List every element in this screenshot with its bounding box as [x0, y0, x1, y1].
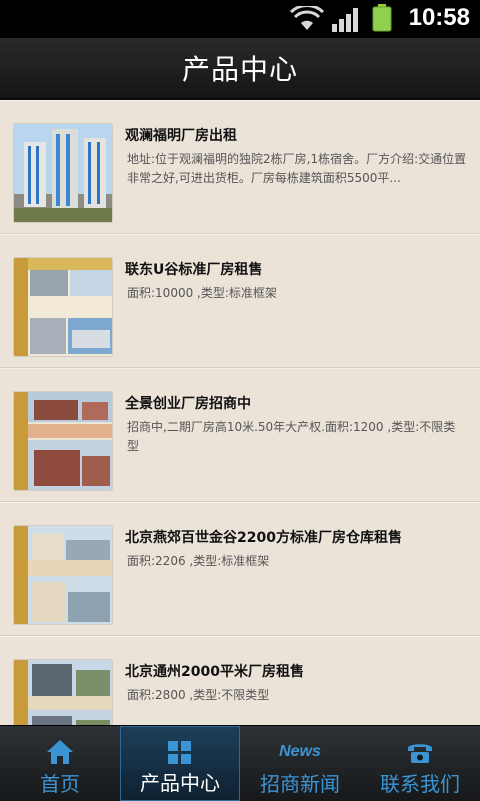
list-item[interactable]: 联东U谷标准厂房租售 面积:10000 ,类型:标准框架 [0, 234, 480, 368]
product-title: 全景创业厂房招商中 [125, 396, 251, 412]
battery-icon [372, 4, 392, 32]
status-bar: 10:58 [0, 0, 480, 38]
product-thumbnail [13, 123, 113, 223]
list-item[interactable]: 北京通州2000平米厂房租售 面积:2800 ,类型:不限类型 [0, 636, 480, 725]
list-item[interactable]: 全景创业厂房招商中 招商中,二期厂房高10米.50年大产权.面积:1200 ,类… [0, 368, 480, 502]
product-description: 面积:2800 ,类型:不限类型 [127, 688, 270, 702]
nav-contact[interactable]: 联系我们 [360, 726, 480, 801]
signal-icon [332, 8, 358, 32]
product-thumbnail [13, 525, 113, 625]
product-title: 北京通州2000平米厂房租售 [125, 664, 304, 680]
grid-icon [168, 741, 191, 764]
product-description: 面积:10000 ,类型:标准框架 [127, 286, 277, 300]
page-title: 产品中心 [181, 53, 298, 86]
product-description: 面积:2206 ,类型:标准框架 [127, 554, 270, 568]
product-title: 北京燕郊百世金谷2200方标准厂房仓库租售 [125, 530, 402, 546]
list-item[interactable]: 北京燕郊百世金谷2200方标准厂房仓库租售 面积:2206 ,类型:标准框架 [0, 502, 480, 636]
title-bar: 产品中心 [0, 38, 480, 100]
wifi-icon [290, 6, 324, 30]
home-icon [47, 740, 73, 764]
nav-label: 招商新闻 [260, 772, 340, 796]
phone-icon [408, 744, 432, 763]
product-description: 招商中,二期厂房高10米.50年大产权.面积:1200 ,类型:不限类型 [127, 420, 456, 453]
nav-label: 联系我们 [380, 772, 460, 796]
nav-news[interactable]: News 招商新闻 [240, 726, 360, 801]
product-description: 地址:位于观澜福明的独院2栋厂房,1栋宿舍。厂方介绍:交通位置非常之好,可进出货… [127, 152, 467, 185]
nav-label: 产品中心 [140, 771, 220, 795]
bottom-nav: 首页 产品中心 News 招商新闻 联系我们 [0, 725, 480, 801]
status-time: 10:58 [408, 4, 470, 31]
list-item[interactable]: 观澜福明厂房出租 地址:位于观澜福明的独院2栋厂房,1栋宿舍。厂方介绍:交通位置… [0, 100, 480, 234]
news-icon: News [279, 743, 321, 760]
product-title: 联东U谷标准厂房租售 [125, 262, 263, 278]
nav-label: 首页 [40, 772, 80, 796]
product-title: 观澜福明厂房出租 [125, 128, 237, 144]
nav-home[interactable]: 首页 [0, 726, 120, 801]
product-thumbnail [13, 257, 113, 357]
product-list[interactable]: 观澜福明厂房出租 地址:位于观澜福明的独院2栋厂房,1栋宿舍。厂方介绍:交通位置… [0, 100, 480, 725]
nav-products[interactable]: 产品中心 [120, 726, 240, 801]
product-thumbnail [13, 391, 113, 491]
product-thumbnail [13, 659, 113, 725]
